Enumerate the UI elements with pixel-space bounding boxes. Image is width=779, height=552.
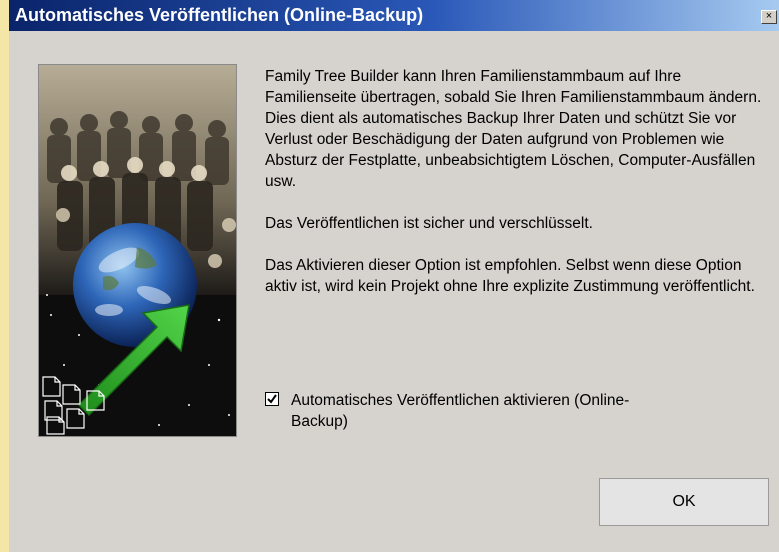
description-paragraph-3: Das Aktivieren dieser Option ist empfohl… xyxy=(265,257,755,295)
title-bar[interactable]: Automatisches Veröffentlichen (Online-Ba… xyxy=(9,0,779,31)
close-icon: × xyxy=(765,10,773,22)
checkmark-icon xyxy=(267,394,277,404)
dialog-title: Automatisches Veröffentlichen (Online-Ba… xyxy=(15,5,424,25)
ok-button[interactable]: OK xyxy=(599,478,769,526)
auto-publish-checkbox[interactable] xyxy=(265,392,279,406)
description-paragraph-2: Das Veröffentlichen ist sicher und versc… xyxy=(265,215,593,232)
description-text: Family Tree Builder kann Ihren Familiens… xyxy=(265,66,775,318)
dialog-window: Automatisches Veröffentlichen (Online-Ba… xyxy=(9,0,779,552)
publish-illustration xyxy=(38,64,237,437)
auto-publish-label[interactable]: Automatisches Veröffentlichen aktivieren… xyxy=(291,390,671,432)
close-button[interactable]: × xyxy=(761,10,777,24)
description-paragraph-1: Family Tree Builder kann Ihren Familiens… xyxy=(265,68,762,190)
